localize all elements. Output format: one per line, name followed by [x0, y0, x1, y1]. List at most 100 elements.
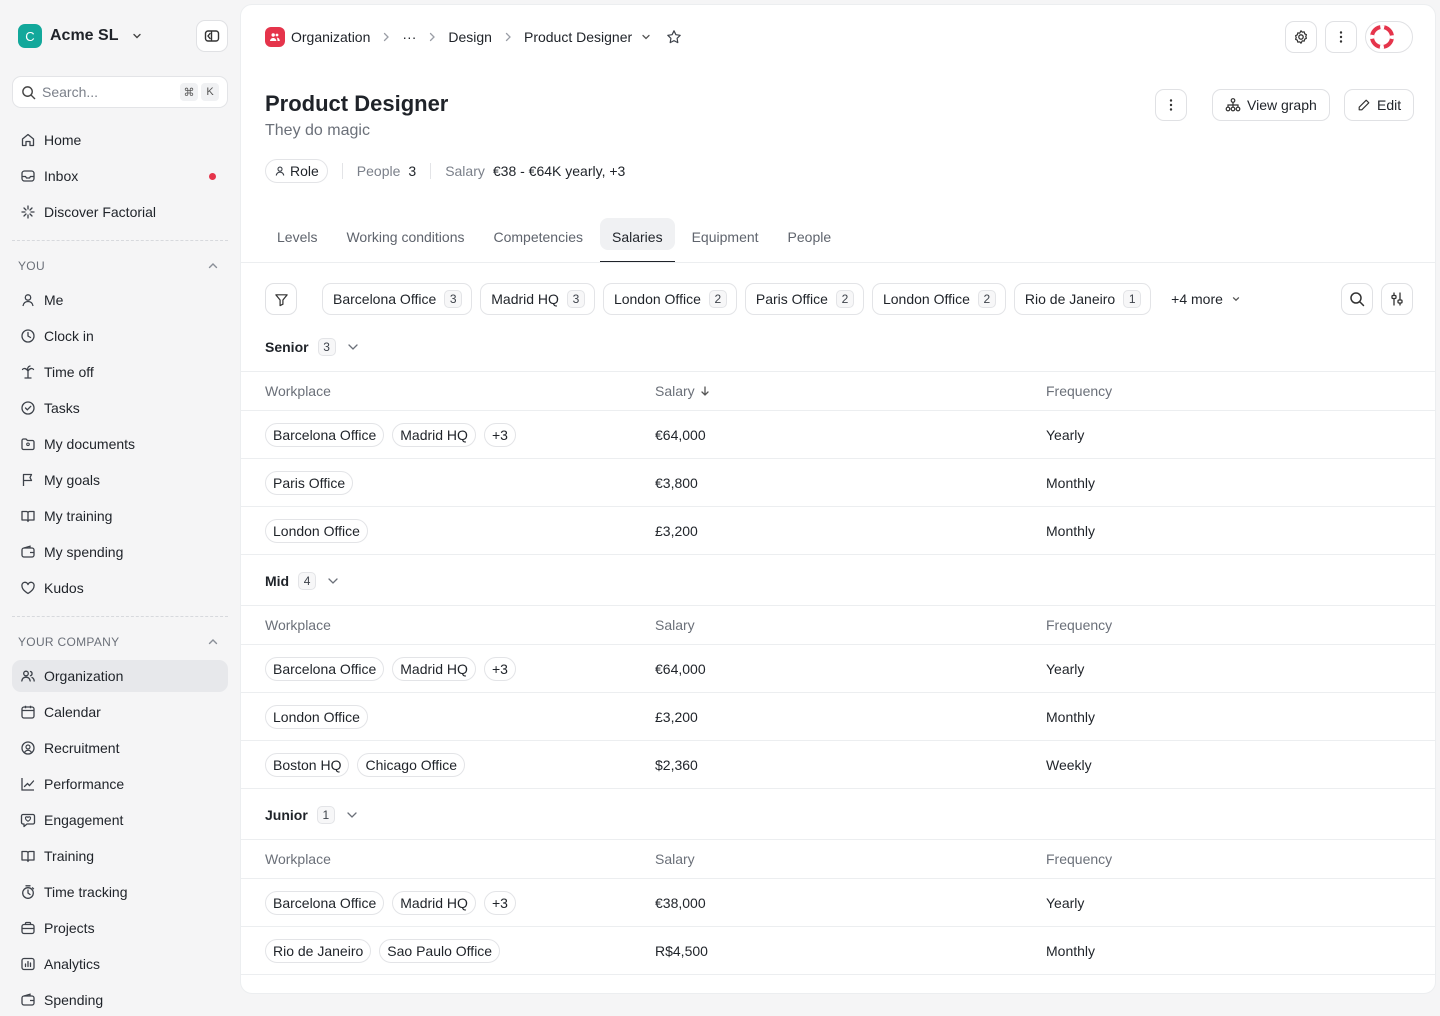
col-salary[interactable]: Salary — [655, 617, 695, 633]
sidebar-item-engagement[interactable]: Engagement — [12, 804, 228, 836]
table-search-button[interactable] — [1341, 283, 1373, 315]
search-input[interactable] — [42, 84, 162, 100]
tab-salaries[interactable]: Salaries — [600, 217, 675, 263]
sidebar-item-calendar[interactable]: Calendar — [12, 696, 228, 728]
table-row[interactable]: Rio de Janeiro Sao Paulo Office R$4,500 M… — [241, 927, 1435, 975]
view-graph-button[interactable]: View graph — [1212, 89, 1330, 121]
workplace-more-pill[interactable]: +3 — [483, 422, 516, 447]
tab-people[interactable]: People — [776, 217, 844, 263]
group-count: 3 — [317, 338, 336, 356]
filter-chip-rio-de-janeiro[interactable]: Rio de Janeiro 1 — [1013, 283, 1152, 315]
more-filters-button[interactable]: +4 more — [1171, 291, 1241, 307]
sidebar-item-label: Analytics — [44, 956, 101, 972]
role-label: Role — [290, 163, 319, 179]
group-header[interactable]: Senior 3 — [241, 323, 1435, 371]
group-header[interactable]: Mid 4 — [241, 557, 1435, 605]
table-settings-button[interactable] — [1381, 283, 1413, 315]
table-row[interactable]: London Office £3,200 Monthly — [241, 507, 1435, 555]
col-workplace[interactable]: Workplace — [265, 617, 331, 633]
header-more-button[interactable] — [1155, 89, 1187, 121]
col-frequency[interactable]: Frequency — [1046, 617, 1112, 633]
palm-tree-icon — [21, 365, 35, 379]
sidebar-item-analytics[interactable]: Analytics — [12, 948, 228, 980]
chip-count: 2 — [977, 290, 996, 308]
chevron-down-icon[interactable] — [346, 340, 360, 354]
workplace-more-pill[interactable]: +3 — [483, 656, 516, 681]
filter-chip-london-office-2[interactable]: London Office 2 — [871, 283, 1006, 315]
col-salary[interactable]: Salary — [655, 851, 695, 867]
group-header[interactable]: Junior 1 — [241, 791, 1435, 839]
sidebar-divider — [12, 616, 228, 617]
workplace-pill: Paris Office — [265, 470, 354, 495]
sidebar-item-clock-in[interactable]: Clock in — [12, 320, 228, 352]
breadcrumb-organization[interactable]: Organization — [291, 29, 370, 45]
star-icon[interactable] — [666, 29, 682, 45]
col-frequency[interactable]: Frequency — [1046, 383, 1112, 399]
table-row[interactable]: Paris Office €3,800 Monthly — [241, 459, 1435, 507]
table-row[interactable]: Boston HQ Chicago Office $2,360 Weekly — [241, 741, 1435, 789]
table-row[interactable]: Barcelona Office Madrid HQ +3 €38,000 Year… — [241, 879, 1435, 927]
tab-competencies[interactable]: Competencies — [482, 217, 596, 263]
chevron-down-icon[interactable] — [345, 808, 359, 822]
table-row[interactable]: Barcelona Office Madrid HQ +3 €64,000 Year… — [241, 411, 1435, 459]
chevron-up-icon[interactable] — [206, 635, 220, 649]
edit-button[interactable]: Edit — [1344, 89, 1415, 121]
briefcase-icon — [21, 921, 35, 935]
workplace-more-pill[interactable]: +3 — [483, 890, 516, 915]
filter-chip-barcelona-office[interactable]: Barcelona Office 3 — [322, 283, 473, 315]
sidebar-item-inbox[interactable]: Inbox — [12, 160, 228, 192]
tab-levels[interactable]: Levels — [265, 217, 329, 263]
sidebar-item-spending[interactable]: Spending — [12, 984, 228, 1016]
frequency-value: Monthly — [1046, 522, 1096, 539]
table-row[interactable]: Barcelona Office Madrid HQ +3 €64,000 Year… — [241, 645, 1435, 693]
salary-range: €38 - €64K yearly, +3 — [492, 163, 626, 179]
filter-chip-paris-office[interactable]: Paris Office 2 — [744, 283, 864, 315]
sidebar-item-me[interactable]: Me — [12, 284, 228, 316]
filter-chip-london-office[interactable]: London Office 2 — [602, 283, 737, 315]
sidebar-item-time-tracking[interactable]: Time tracking — [12, 876, 228, 908]
sidebar-item-label: My goals — [44, 472, 101, 488]
sidebar-item-time-off[interactable]: Time off — [12, 356, 228, 388]
sidebar-item-recruitment[interactable]: Recruitment — [12, 732, 228, 764]
tab-equipment[interactable]: Equipment — [680, 217, 771, 263]
sidebar-item-my-spending[interactable]: My spending — [12, 536, 228, 568]
col-workplace[interactable]: Workplace — [265, 851, 331, 867]
sidebar-item-label: Inbox — [44, 168, 79, 184]
col-salary-sorted[interactable]: Salary — [655, 383, 710, 399]
help-avatar-button[interactable] — [1365, 21, 1413, 53]
breadcrumb-design[interactable]: Design — [448, 29, 492, 45]
sidebar-item-organization[interactable]: Organization — [12, 660, 228, 692]
search-box[interactable]: ⌘ K — [12, 76, 228, 108]
sidebar-item-tasks[interactable]: Tasks — [12, 392, 228, 424]
chevron-up-icon[interactable] — [206, 259, 220, 273]
sidebar-item-performance[interactable]: Performance — [12, 768, 228, 800]
breadcrumb-ellipsis[interactable]: ··· — [402, 29, 416, 45]
settings-button[interactable] — [1285, 21, 1317, 53]
filter-button[interactable] — [265, 283, 297, 315]
col-frequency[interactable]: Frequency — [1046, 851, 1112, 867]
sidebar-item-my-goals[interactable]: My goals — [12, 464, 228, 496]
sidebar-toggle-button[interactable] — [196, 20, 228, 52]
more-options-button[interactable] — [1325, 21, 1357, 53]
chevron-down-icon[interactable] — [128, 27, 146, 45]
tab-working-conditions[interactable]: Working conditions — [334, 217, 476, 263]
sidebar-item-training[interactable]: Training — [12, 840, 228, 872]
chevron-down-icon[interactable] — [326, 574, 340, 588]
sidebar-item-discover[interactable]: Discover Factorial — [12, 196, 228, 228]
book-icon — [21, 510, 35, 523]
filter-chip-madrid-hq[interactable]: Madrid HQ 3 — [480, 283, 595, 315]
breadcrumb-current[interactable]: Product Designer — [524, 29, 632, 45]
sidebar-item-home[interactable]: Home — [12, 124, 228, 156]
sidebar-item-projects[interactable]: Projects — [12, 912, 228, 944]
sidebar-item-my-documents[interactable]: My documents — [12, 428, 228, 460]
group-count: 1 — [316, 806, 335, 824]
chevron-down-icon[interactable] — [640, 31, 652, 43]
table-row[interactable]: London Office £3,200 Monthly — [241, 693, 1435, 741]
sidebar-item-my-training[interactable]: My training — [12, 500, 228, 532]
sidebar-item-label: Training — [44, 848, 95, 864]
col-workplace[interactable]: Workplace — [265, 383, 331, 399]
sidebar-item-kudos[interactable]: Kudos — [12, 572, 228, 604]
sidebar-toggle-icon — [204, 30, 220, 42]
workplace-pill: Madrid HQ — [392, 890, 476, 915]
company-switcher[interactable]: C Acme SL — [18, 24, 146, 48]
